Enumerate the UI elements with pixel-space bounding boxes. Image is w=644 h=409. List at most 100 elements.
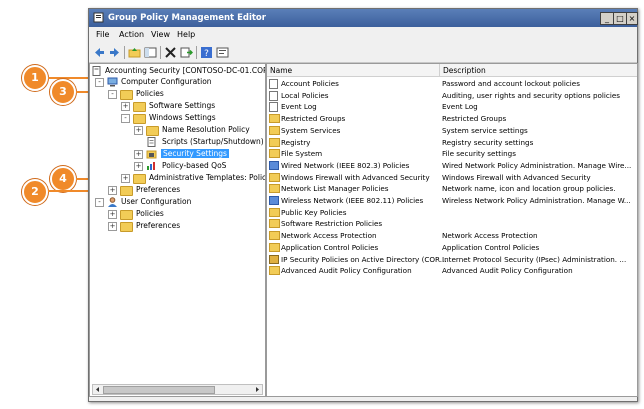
expand-toggle[interactable]: +	[134, 162, 143, 171]
up-folder-icon[interactable]	[128, 46, 141, 59]
table-row[interactable]: IP Security Policies on Active Directory…	[267, 254, 637, 265]
toolbar-separator	[160, 46, 161, 59]
menu-action[interactable]: Action	[119, 30, 144, 39]
table-row[interactable]: Software Restriction Policies	[267, 218, 637, 229]
forward-icon[interactable]	[108, 46, 121, 59]
security-settings-icon	[146, 150, 157, 159]
column-header-description[interactable]: Description	[440, 64, 637, 77]
minimize-button[interactable]: _	[600, 12, 614, 25]
status-bar	[89, 396, 637, 401]
callout-4: 4	[50, 166, 76, 192]
expand-toggle[interactable]: +	[121, 102, 130, 111]
scroll-right-icon[interactable]	[254, 386, 261, 393]
row-name: File System	[281, 149, 323, 159]
console-tree: Accounting Security [CONTOSO-DC-01.CORP …	[89, 63, 266, 397]
maximize-button[interactable]: □	[613, 12, 627, 25]
folder-icon	[133, 114, 146, 124]
folder-icon	[120, 90, 133, 100]
expand-toggle[interactable]: +	[134, 126, 143, 135]
column-name-label: Name	[270, 66, 293, 75]
row-name: Wireless Network (IEEE 802.11) Policies	[281, 196, 424, 205]
table-row[interactable]: Wireless Network (IEEE 802.11) Policies W…	[267, 195, 637, 206]
toolbar-separator	[196, 46, 197, 59]
export-icon[interactable]	[180, 46, 193, 59]
table-row[interactable]: System Services System service settings	[267, 125, 637, 136]
table-row[interactable]: Registry Registry security settings	[267, 137, 637, 148]
menu-file[interactable]: File	[96, 30, 109, 39]
menu-bar: File Action View Help	[89, 28, 637, 43]
table-row[interactable]: Event Log Event Log	[267, 101, 637, 113]
expand-toggle[interactable]: +	[108, 210, 117, 219]
help-icon[interactable]: ?	[200, 46, 213, 59]
gpo-doc-icon	[92, 66, 101, 76]
scripts-label: Scripts (Startup/Shutdown)	[162, 137, 264, 146]
net-icon	[269, 196, 279, 205]
user-policies-label: Policies	[136, 209, 164, 218]
table-row[interactable]: Account Policies Password and account loc…	[267, 78, 637, 89]
net-icon	[269, 160, 279, 170]
folder-icon	[269, 266, 280, 276]
row-description: Internet Protocol Security (IPsec) Admin…	[442, 254, 627, 264]
properties-icon[interactable]	[216, 46, 229, 59]
callout-1: 1	[22, 65, 48, 91]
back-icon[interactable]	[93, 46, 106, 59]
delete-icon[interactable]	[164, 46, 177, 59]
table-row[interactable]: Local Policies Auditing, user rights and …	[267, 90, 637, 101]
computer-icon	[107, 77, 118, 87]
table-row[interactable]: Network Access Protection Network Access …	[267, 230, 637, 241]
show-hide-tree-icon[interactable]	[144, 46, 157, 59]
row-description: Windows Firewall with Advanced Security	[442, 172, 591, 182]
policies-label: Policies	[136, 89, 164, 98]
window-title: Group Policy Management Editor	[108, 13, 266, 23]
folder-icon	[120, 186, 133, 196]
collapse-toggle[interactable]: -	[121, 114, 130, 123]
table-row[interactable]: Network List Manager Policies Network nam…	[267, 183, 637, 194]
table-row[interactable]: Public Key Policies	[267, 207, 637, 218]
row-name: Windows Firewall with Advanced Security	[281, 172, 430, 182]
row-name: Network Access Protection	[281, 231, 377, 241]
computer-configuration-label: Computer Configuration	[121, 77, 212, 86]
toolbar-separator	[124, 46, 125, 59]
row-name: Event Log	[281, 102, 317, 112]
callout-3: 3	[50, 79, 76, 105]
expand-toggle[interactable]: +	[121, 174, 130, 183]
row-name: Account Policies	[281, 79, 339, 88]
table-row[interactable]: Wired Network (IEEE 802.3) Policies Wired…	[267, 160, 637, 171]
folder-icon	[269, 219, 280, 229]
menu-help[interactable]: Help	[177, 30, 195, 39]
folder-icon	[269, 207, 280, 217]
expand-toggle[interactable]: +	[108, 186, 117, 195]
row-description: Auditing, user rights and security optio…	[442, 90, 621, 100]
row-name: Application Control Policies	[281, 242, 379, 252]
table-row[interactable]: File System File security settings	[267, 148, 637, 159]
table-row[interactable]: Advanced Audit Policy Configuration Advan…	[267, 265, 637, 276]
scroll-left-icon[interactable]	[94, 386, 101, 393]
row-name: Wired Network (IEEE 802.3) Policies	[281, 160, 410, 170]
row-description: Wired Network Policy Administration. Man…	[442, 160, 632, 170]
user-configuration-label: User Configuration	[121, 197, 192, 206]
row-name: System Services	[281, 125, 341, 135]
folder-icon	[120, 222, 133, 232]
folder-icon	[269, 125, 280, 135]
svg-text:?: ?	[204, 49, 209, 59]
qos-chart-icon	[147, 162, 155, 170]
script-icon	[147, 137, 156, 147]
close-button[interactable]: ×	[626, 12, 638, 25]
collapse-toggle[interactable]: -	[95, 78, 104, 87]
expand-toggle[interactable]: +	[108, 222, 117, 231]
expand-toggle[interactable]: +	[134, 150, 143, 159]
row-description: System service settings	[442, 125, 528, 135]
scrollbar-thumb[interactable]	[103, 386, 215, 394]
collapse-toggle[interactable]: -	[95, 198, 104, 207]
collapse-toggle[interactable]: -	[108, 90, 117, 99]
menu-view[interactable]: View	[151, 30, 170, 39]
table-row[interactable]: Application Control Policies Application …	[267, 242, 637, 253]
table-row[interactable]: Restricted Groups Restricted Groups	[267, 113, 637, 124]
row-name: Network List Manager Policies	[281, 184, 389, 194]
column-header-name[interactable]: Name	[267, 64, 440, 77]
folder-icon	[120, 210, 133, 220]
horizontal-scrollbar[interactable]	[92, 384, 263, 395]
row-name: Registry	[281, 137, 311, 147]
table-row[interactable]: Windows Firewall with Advanced Security W…	[267, 172, 637, 183]
row-description: Advanced Audit Policy Configuration	[442, 266, 573, 276]
